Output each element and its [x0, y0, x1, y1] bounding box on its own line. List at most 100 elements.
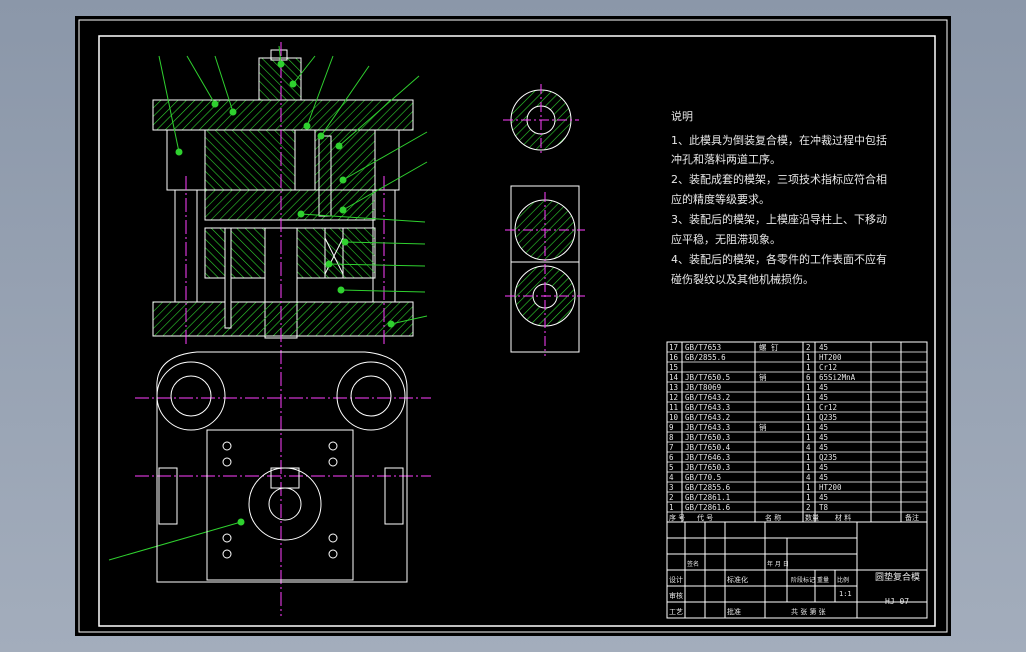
designer-label: 设计 — [669, 575, 683, 584]
note-line: 应的精度等级要求。 — [671, 192, 770, 206]
process-label: 工艺 — [669, 608, 683, 616]
bom-cell-code: JB/T7650.3 — [685, 433, 730, 442]
drawing-name: 圆垫复合模 — [875, 571, 920, 583]
bom-cell-no: 11 — [669, 403, 678, 412]
bom-cell-mat: Cr12 — [819, 403, 837, 412]
bom-cell-code: JB/T7643.3 — [685, 423, 730, 432]
bom-cell-no: 5 — [669, 463, 674, 472]
bom-cell-no: 14 — [669, 373, 679, 382]
weight-label: 重量 — [817, 576, 829, 584]
bom-cell-mat: 45 — [819, 423, 828, 432]
check-label: 审核 — [669, 591, 683, 600]
bom-cell-no: 3 — [669, 483, 674, 492]
stage-label: 阶段标记 — [791, 576, 815, 584]
bom-cell-qty: 1 — [806, 413, 811, 422]
bom-cell-qty: 4 — [806, 473, 811, 482]
sheets-label: 共 张 第 张 — [791, 607, 826, 616]
bom-cell-qty: 1 — [806, 383, 811, 392]
bom-cell-mat: 45 — [819, 473, 828, 482]
bom-cell-no: 9 — [669, 423, 674, 432]
note-line: 1、此模具为倒装复合模，在冲裁过程中包括 — [671, 133, 887, 147]
bom-cell-mat: 45 — [819, 343, 828, 352]
bom-cell-no: 10 — [669, 413, 679, 422]
bom-rows: 17 GB/T7653 螺 钉 2 4516 GB/2855.6 1 HT20015 1 Cr12… — [667, 342, 927, 522]
bom-cell-mat: 65Si2MnA — [819, 373, 856, 382]
bom-cell-code: JB/T7650.5 — [685, 373, 730, 382]
bom-cell-code: GB/T2861.1 — [685, 493, 730, 502]
technical-notes: 说明 1、此模具为倒装复合模，在冲裁过程中包括 冲孔和落料两道工序。 2、装配成… — [671, 109, 887, 286]
scale-value: 1:1 — [839, 590, 852, 598]
bom-cell-code: GB/T2855.6 — [685, 483, 731, 492]
bom-cell-code: GB/T7643.3 — [685, 403, 730, 412]
bom-cell-code: JB/T7646.3 — [685, 453, 730, 462]
bom-cell-code: GB/T2861.6 — [685, 503, 731, 512]
drawing-canvas: 说明 1、此模具为倒装复合模，在冲裁过程中包括 冲孔和落料两道工序。 2、装配成… — [75, 16, 951, 636]
bom-cell-qty: 1 — [806, 453, 811, 462]
bom-cell-name: 螺 钉 — [759, 342, 779, 352]
bom-cell-qty: 2 — [806, 503, 811, 512]
bom-header-remark: 备注 — [905, 513, 919, 522]
bom-cell-mat: Q235 — [819, 413, 837, 422]
bom-cell-code: GB/T7643.2 — [685, 413, 730, 422]
note-line: 冲孔和落料两道工序。 — [671, 152, 781, 166]
note-line: 3、装配后的模架，上模座沿导柱上、下移动 — [671, 212, 887, 226]
bom-cell-mat: Cr12 — [819, 363, 837, 372]
note-line: 4、装配后的模架，各零件的工作表面不应有 — [671, 252, 887, 266]
bom-cell-qty: 2 — [806, 343, 811, 352]
bom-cell-no: 17 — [669, 343, 678, 352]
bom-cell-qty: 1 — [806, 403, 811, 412]
bom-cell-code: JB/T8069 — [685, 383, 721, 392]
bom-cell-qty: 1 — [806, 463, 811, 472]
approve-label: 批准 — [727, 607, 741, 616]
bom-cell-name: 销 — [759, 422, 767, 432]
bom-cell-code: GB/T7653 — [685, 343, 721, 352]
bom-cell-code: JB/T7650.3 — [685, 463, 730, 472]
bom-cell-code: JB/T7650.4 — [685, 443, 731, 452]
bom-cell-no: 13 — [669, 383, 678, 392]
bom-cell-qty: 1 — [806, 393, 811, 402]
date-label: 年 月 日 — [767, 560, 789, 568]
bom-cell-qty: 1 — [806, 423, 811, 432]
bom-cell-mat: 45 — [819, 433, 828, 442]
bom-cell-code: GB/2855.6 — [685, 353, 726, 362]
bom-cell-no: 2 — [669, 493, 674, 502]
bom-cell-no: 8 — [669, 433, 674, 442]
bom-cell-mat: T8 — [819, 503, 829, 512]
drawing-number: HJ-07 — [885, 597, 909, 606]
bom-cell-no: 1 — [669, 503, 674, 512]
bom-cell-mat: 45 — [819, 493, 828, 502]
bom-cell-mat: Q235 — [819, 453, 837, 462]
bom-cell-qty: 1 — [806, 493, 811, 502]
bom-header-code: 代 号 — [697, 513, 713, 522]
bom-cell-code: GB/T70.5 — [685, 473, 721, 482]
bom-cell-qty: 1 — [806, 353, 811, 362]
bom-cell-mat: 45 — [819, 443, 828, 452]
bom-cell-qty: 1 — [806, 483, 811, 492]
bom-cell-mat: 45 — [819, 383, 828, 392]
part-detail — [510, 89, 580, 353]
bom-cell-mat: HT200 — [819, 483, 842, 492]
bom-cell-qty: 1 — [806, 433, 811, 442]
scale-label: 比例 — [837, 576, 849, 584]
notes-heading: 说明 — [671, 109, 693, 123]
bom-cell-mat: HT200 — [819, 353, 842, 362]
bom-cell-qty: 4 — [806, 443, 811, 452]
bom-cell-no: 7 — [669, 443, 674, 452]
bom-header-name: 名 称 — [765, 513, 781, 522]
bom-cell-name: 销 — [759, 372, 767, 382]
bom-cell-no: 6 — [669, 453, 674, 462]
bom-cell-no: 15 — [669, 363, 678, 372]
bom-cell-mat: 45 — [819, 463, 828, 472]
note-line: 2、装配成套的模架，三项技术指标应符合相 — [671, 172, 887, 186]
bom-cell-mat: 45 — [819, 393, 828, 402]
bom-cell-no: 16 — [669, 353, 679, 362]
bom-cell-no: 4 — [669, 473, 674, 482]
bom-header-no: 序 号 — [669, 513, 685, 522]
section-view — [152, 49, 414, 339]
std-label: 标准化 — [727, 575, 748, 584]
bom-cell-no: 12 — [669, 393, 678, 402]
bom-cell-qty: 1 — [806, 363, 811, 372]
title-block-text: 圆垫复合模 HJ-07 设计 审核 工艺 批准 标准化 签名 年 月 日 阶段标… — [669, 560, 920, 616]
plan-view — [156, 351, 408, 583]
note-line: 应平稳，无阻滞现象。 — [671, 232, 781, 246]
